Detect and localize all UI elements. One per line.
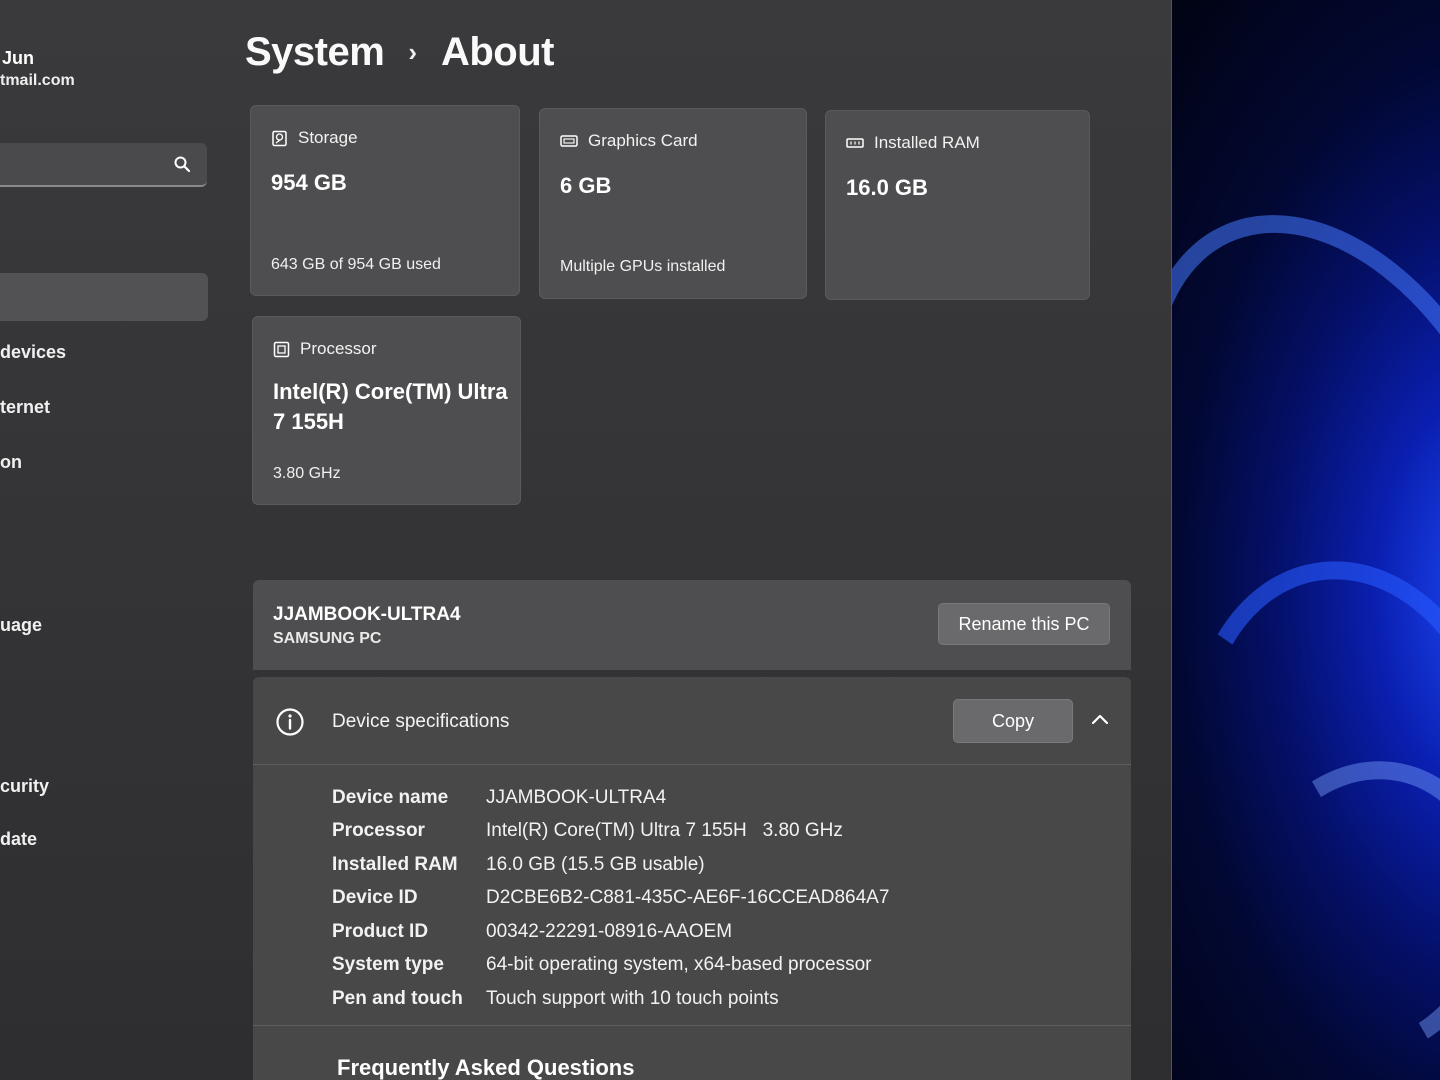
spec-row-pen-touch: Pen and touch Touch support with 10 touc… bbox=[332, 982, 889, 1016]
spec-row-device-name: Device name JJAMBOOK-ULTRA4 bbox=[332, 781, 889, 815]
spec-key: System type bbox=[332, 954, 444, 976]
faq-heading: Frequently Asked Questions bbox=[337, 1055, 635, 1080]
spec-value: 16.0 GB (15.5 GB usable) bbox=[486, 853, 705, 875]
ram-icon bbox=[846, 138, 864, 148]
spec-key: Installed RAM bbox=[332, 853, 458, 875]
device-specifications-panel: Device specifications Copy Device name J… bbox=[253, 677, 1131, 1080]
processor-card-title: Processor bbox=[300, 339, 377, 358]
pc-model: SAMSUNG PC bbox=[273, 630, 382, 647]
processor-icon bbox=[273, 341, 290, 357]
graphics-card-icon bbox=[560, 134, 578, 147]
sidebar-item-windows-update[interactable]: date bbox=[0, 829, 37, 850]
breadcrumb: System › About bbox=[245, 30, 555, 75]
page-title: About bbox=[440, 30, 555, 74]
spec-row-installed-ram: Installed RAM 16.0 GB (15.5 GB usable) bbox=[332, 848, 889, 882]
storage-card-usage: 643 GB of 954 GB used bbox=[271, 256, 441, 273]
spec-value: D2CBE6B2-C881-435C-AE6F-16CCEAD864A7 bbox=[486, 887, 890, 909]
storage-card[interactable]: Storage 954 GB 643 GB of 954 GB used bbox=[250, 105, 520, 296]
processor-card-speed: 3.80 GHz bbox=[273, 465, 341, 482]
spec-value: JJAMBOOK-ULTRA4 bbox=[486, 786, 667, 808]
sidebar-item-devices[interactable]: devices bbox=[0, 342, 66, 363]
search-icon[interactable] bbox=[173, 155, 191, 173]
storage-card-title: Storage bbox=[298, 128, 358, 147]
spec-rows: Device name JJAMBOOK-ULTRA4 Processor In… bbox=[332, 781, 889, 1016]
processor-name-line2: 7 155H bbox=[273, 409, 344, 434]
spec-key: Pen and touch bbox=[332, 987, 463, 1009]
ram-card-header: Installed RAM bbox=[846, 133, 980, 153]
chevron-up-icon[interactable] bbox=[1089, 711, 1111, 727]
pc-name-bar: JJAMBOOK-ULTRA4 SAMSUNG PC Rename this P… bbox=[253, 580, 1131, 670]
spec-row-product-id: Product ID 00342-22291-08916-AAOEM bbox=[332, 915, 889, 949]
spec-key: Product ID bbox=[332, 920, 429, 942]
spec-row-device-id: Device ID D2CBE6B2-C881-435C-AE6F-16CCEA… bbox=[332, 882, 889, 916]
sidebar-item-time-language[interactable]: uage bbox=[0, 615, 42, 636]
processor-card[interactable]: Processor Intel(R) Core(TM) Ultra 7 155H… bbox=[252, 316, 521, 505]
spec-key: Processor bbox=[332, 820, 425, 842]
breadcrumb-system[interactable]: System bbox=[245, 30, 385, 75]
installed-ram-card[interactable]: Installed RAM 16.0 GB bbox=[825, 110, 1090, 300]
sidebar-item-privacy-security[interactable]: curity bbox=[0, 776, 49, 797]
spec-value: Intel(R) Core(TM) Ultra 7 155H 3.80 GHz bbox=[486, 820, 843, 842]
user-name: Jun bbox=[2, 48, 35, 68]
spec-value: 64-bit operating system, x64-based proce… bbox=[486, 954, 872, 976]
processor-card-header: Processor bbox=[273, 339, 377, 359]
user-email: tmail.com bbox=[0, 72, 75, 89]
spec-value: 00342-22291-08916-AAOEM bbox=[486, 920, 733, 942]
graphics-card-title: Graphics Card bbox=[588, 131, 698, 150]
sidebar-item-system-selected[interactable] bbox=[0, 273, 208, 321]
settings-window: Jun tmail.com devices ternet on uage cur… bbox=[0, 0, 1172, 1080]
spec-key: Device ID bbox=[332, 887, 418, 909]
sidebar: Jun tmail.com devices ternet on uage cur… bbox=[0, 0, 220, 1080]
ram-card-value: 16.0 GB bbox=[846, 175, 928, 200]
spec-row-processor: Processor Intel(R) Core(TM) Ultra 7 155H… bbox=[332, 815, 889, 849]
graphics-card-gpus: Multiple GPUs installed bbox=[560, 258, 726, 275]
search-box[interactable] bbox=[0, 143, 207, 187]
spec-row-system-type: System type 64-bit operating system, x64… bbox=[332, 949, 889, 983]
breadcrumb-separator: › bbox=[408, 37, 417, 67]
storage-card-header: Storage bbox=[271, 128, 358, 148]
storage-icon bbox=[272, 130, 287, 146]
divider bbox=[253, 1025, 1131, 1026]
info-icon bbox=[276, 708, 304, 736]
graphics-card-header: Graphics Card bbox=[560, 131, 698, 151]
spec-key: Device name bbox=[332, 786, 449, 808]
ram-card-title: Installed RAM bbox=[874, 133, 980, 152]
storage-card-value: 954 GB bbox=[271, 170, 347, 195]
processor-card-value: Intel(R) Core(TM) Ultra 7 155H bbox=[273, 377, 508, 437]
search-input[interactable] bbox=[0, 143, 160, 183]
rename-pc-button[interactable]: Rename this PC bbox=[938, 603, 1110, 645]
sidebar-item-personalization[interactable]: on bbox=[0, 452, 22, 473]
device-specifications-title: Device specifications bbox=[332, 711, 510, 732]
graphics-card-value: 6 GB bbox=[560, 173, 612, 198]
desktop-wallpaper bbox=[1150, 0, 1440, 1080]
spec-value: Touch support with 10 touch points bbox=[486, 987, 779, 1009]
copy-specs-button[interactable]: Copy bbox=[953, 699, 1073, 743]
sidebar-item-network-internet[interactable]: ternet bbox=[0, 397, 50, 418]
processor-name-line1: Intel(R) Core(TM) Ultra bbox=[273, 379, 508, 404]
graphics-card[interactable]: Graphics Card 6 GB Multiple GPUs install… bbox=[539, 108, 807, 299]
device-specifications-header[interactable]: Device specifications Copy bbox=[253, 677, 1131, 765]
pc-name: JJAMBOOK-ULTRA4 bbox=[273, 604, 461, 625]
